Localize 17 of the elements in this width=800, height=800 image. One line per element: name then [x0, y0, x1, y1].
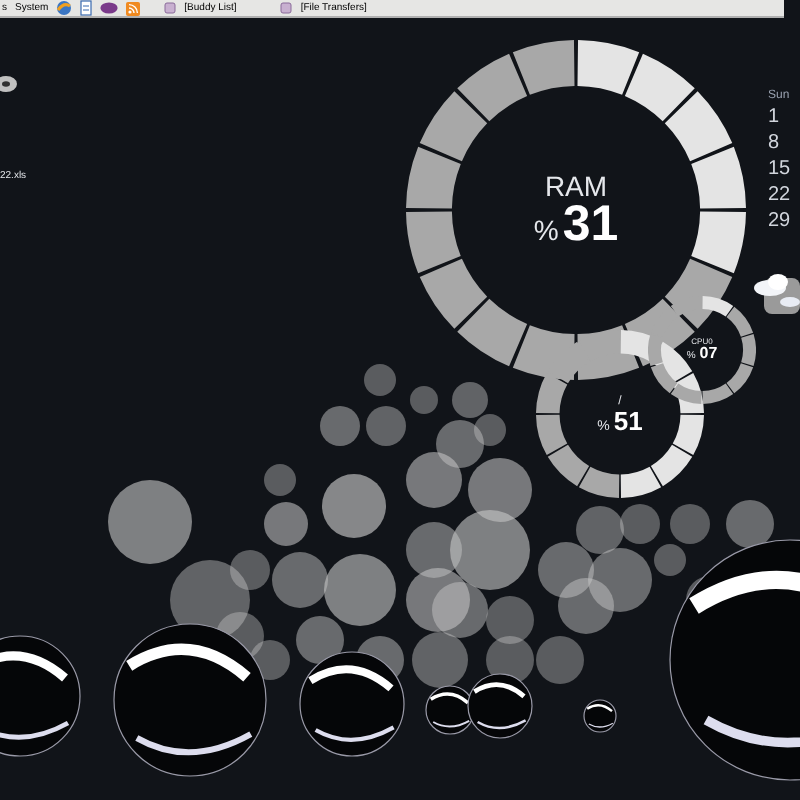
chat-icon[interactable]: [100, 2, 119, 14]
calendar-day: 22: [768, 186, 791, 206]
calendar-day: 15: [768, 160, 791, 180]
globe-icon[interactable]: [56, 0, 73, 16]
rss-icon[interactable]: [126, 1, 141, 15]
window-icon: [280, 2, 293, 14]
calendar-day: 8: [768, 134, 780, 154]
window-icon: [164, 2, 177, 14]
cloud-icon: [752, 270, 800, 314]
percent-sign: %: [533, 215, 559, 243]
calendar-day: 29: [768, 212, 791, 232]
gauge-value: 31: [562, 199, 619, 249]
calendar-day: 1: [768, 108, 780, 128]
gauge-value: 07: [699, 346, 718, 362]
gauge-title: RAM: [544, 171, 608, 199]
gauge-value: 51: [613, 407, 643, 433]
document-icon[interactable]: [80, 0, 93, 16]
